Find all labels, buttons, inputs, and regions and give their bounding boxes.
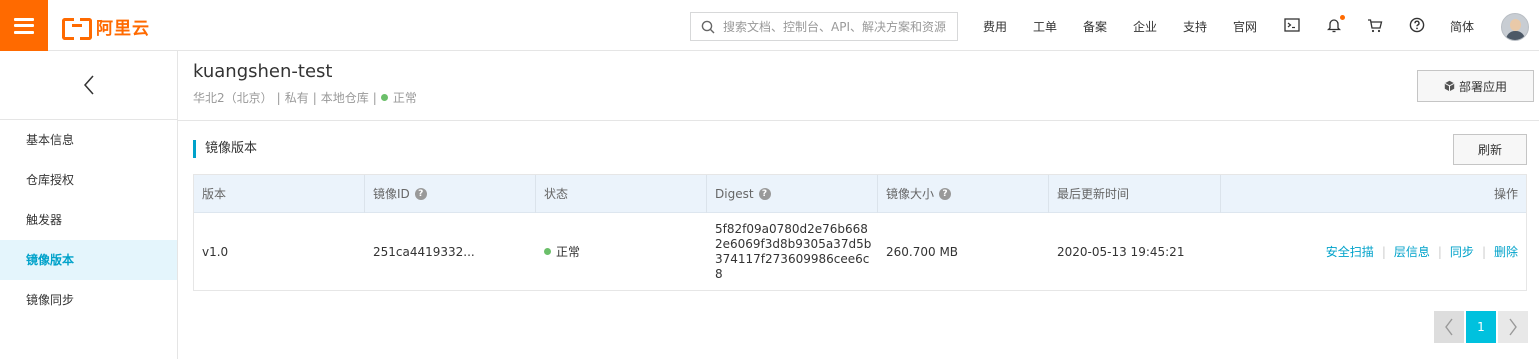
sidebar-item-image-sync[interactable]: 镜像同步 bbox=[0, 280, 177, 320]
image-version-table: 版本 镜像ID? 状态 Digest? 镜像大小? 最后更新时间 操作 v1.0… bbox=[193, 174, 1527, 291]
pagination-next-button[interactable] bbox=[1498, 311, 1528, 343]
avatar[interactable] bbox=[1501, 13, 1529, 41]
pagination-prev-button[interactable] bbox=[1434, 311, 1464, 343]
help-icon[interactable]: ? bbox=[939, 188, 952, 200]
repo-type: 本地仓库 bbox=[320, 91, 369, 105]
nav-billing[interactable]: 费用 bbox=[983, 18, 1007, 35]
security-scan-link[interactable]: 安全扫描 bbox=[1326, 243, 1374, 260]
repo-visibility: 私有 bbox=[284, 91, 309, 105]
bell-icon[interactable] bbox=[1325, 15, 1345, 34]
column-header-size: 镜像大小? bbox=[878, 175, 1049, 213]
refresh-button[interactable]: 刷新 bbox=[1453, 134, 1527, 165]
cell-image-id: 251ca4419332... bbox=[373, 244, 475, 259]
status-dot bbox=[380, 94, 388, 101]
sidebar-item-image-versions[interactable]: 镜像版本 bbox=[0, 240, 177, 280]
column-header-image-id: 镜像ID? bbox=[365, 175, 536, 213]
logo-text: 阿里云 bbox=[96, 18, 150, 39]
repo-status: 正常 bbox=[392, 91, 417, 105]
top-bar: 阿里云 费用 工单 备案 企业 支持 官网 简体 bbox=[0, 0, 1539, 51]
nav-icp[interactable]: 备案 bbox=[1083, 18, 1107, 35]
deploy-app-label: 部署应用 bbox=[1458, 79, 1507, 94]
cell-size: 260.700 MB bbox=[886, 244, 959, 259]
cell-status: 正常 bbox=[536, 213, 580, 290]
column-header-digest: Digest? bbox=[707, 175, 878, 213]
logo[interactable]: 阿里云 bbox=[62, 14, 150, 40]
nav-ticket[interactable]: 工单 bbox=[1033, 18, 1057, 35]
header-divider bbox=[178, 120, 1539, 121]
nav-support[interactable]: 支持 bbox=[1183, 18, 1207, 35]
search-input[interactable] bbox=[723, 19, 953, 34]
column-header-updated: 最后更新时间 bbox=[1049, 175, 1221, 213]
layer-info-link[interactable]: 层信息 bbox=[1394, 243, 1430, 260]
cell-actions: 安全扫描 | 层信息 | 同步 | 删除 bbox=[1325, 243, 1518, 260]
chevron-left-icon bbox=[1445, 318, 1453, 336]
delete-link[interactable]: 删除 bbox=[1494, 243, 1518, 260]
table-row: v1.0 251ca4419332... 正常 5f82f09a0780d2e7… bbox=[194, 213, 1526, 290]
search-icon bbox=[701, 20, 715, 33]
aliyun-logo-icon bbox=[62, 16, 92, 40]
page-title: kuangshen-test bbox=[193, 61, 333, 82]
cube-icon bbox=[1444, 80, 1455, 92]
cart-icon[interactable] bbox=[1366, 16, 1384, 34]
help-icon[interactable] bbox=[1408, 16, 1426, 34]
section-title: 镜像版本 bbox=[193, 140, 257, 158]
status-dot bbox=[544, 248, 551, 255]
chevron-left-icon bbox=[83, 75, 94, 95]
column-header-actions: 操作 bbox=[1493, 187, 1518, 201]
table-header: 版本 镜像ID? 状态 Digest? 镜像大小? 最后更新时间 操作 bbox=[194, 175, 1526, 213]
language-switch[interactable]: 简体 bbox=[1450, 18, 1474, 35]
column-header-status: 状态 bbox=[536, 175, 707, 213]
chevron-right-icon bbox=[1509, 318, 1517, 336]
nav-official-site[interactable]: 官网 bbox=[1233, 18, 1257, 35]
repo-meta: 华北2（北京） | 私有 | 本地仓库 | 正常 bbox=[193, 90, 417, 106]
sidebar-item-repo-auth[interactable]: 仓库授权 bbox=[0, 160, 177, 200]
column-header-version: 版本 bbox=[194, 175, 365, 213]
repo-region: 华北2（北京） bbox=[193, 91, 273, 105]
terminal-icon[interactable] bbox=[1283, 16, 1301, 34]
hamburger-icon bbox=[14, 17, 34, 34]
sidebar-item-triggers[interactable]: 触发器 bbox=[0, 200, 177, 240]
help-icon[interactable]: ? bbox=[758, 188, 771, 200]
deploy-app-button[interactable]: 部署应用 bbox=[1417, 70, 1534, 102]
help-icon[interactable]: ? bbox=[414, 188, 427, 200]
cell-updated: 2020-05-13 19:45:21 bbox=[1057, 244, 1185, 259]
sync-link[interactable]: 同步 bbox=[1450, 243, 1474, 260]
pagination-page-button[interactable]: 1 bbox=[1466, 311, 1496, 343]
menu-button[interactable] bbox=[0, 0, 48, 51]
search-box[interactable] bbox=[690, 12, 958, 41]
sidebar-item-basic-info[interactable]: 基本信息 bbox=[0, 120, 177, 160]
cell-digest: 5f82f09a0780d2e76b6682e6069f3d8b9305a37d… bbox=[715, 221, 872, 281]
back-button[interactable] bbox=[0, 51, 177, 120]
cell-version: v1.0 bbox=[202, 244, 229, 259]
notification-dot bbox=[1340, 15, 1345, 20]
sidebar: 基本信息 仓库授权 触发器 镜像版本 镜像同步 bbox=[0, 51, 178, 359]
nav-enterprise[interactable]: 企业 bbox=[1133, 18, 1157, 35]
